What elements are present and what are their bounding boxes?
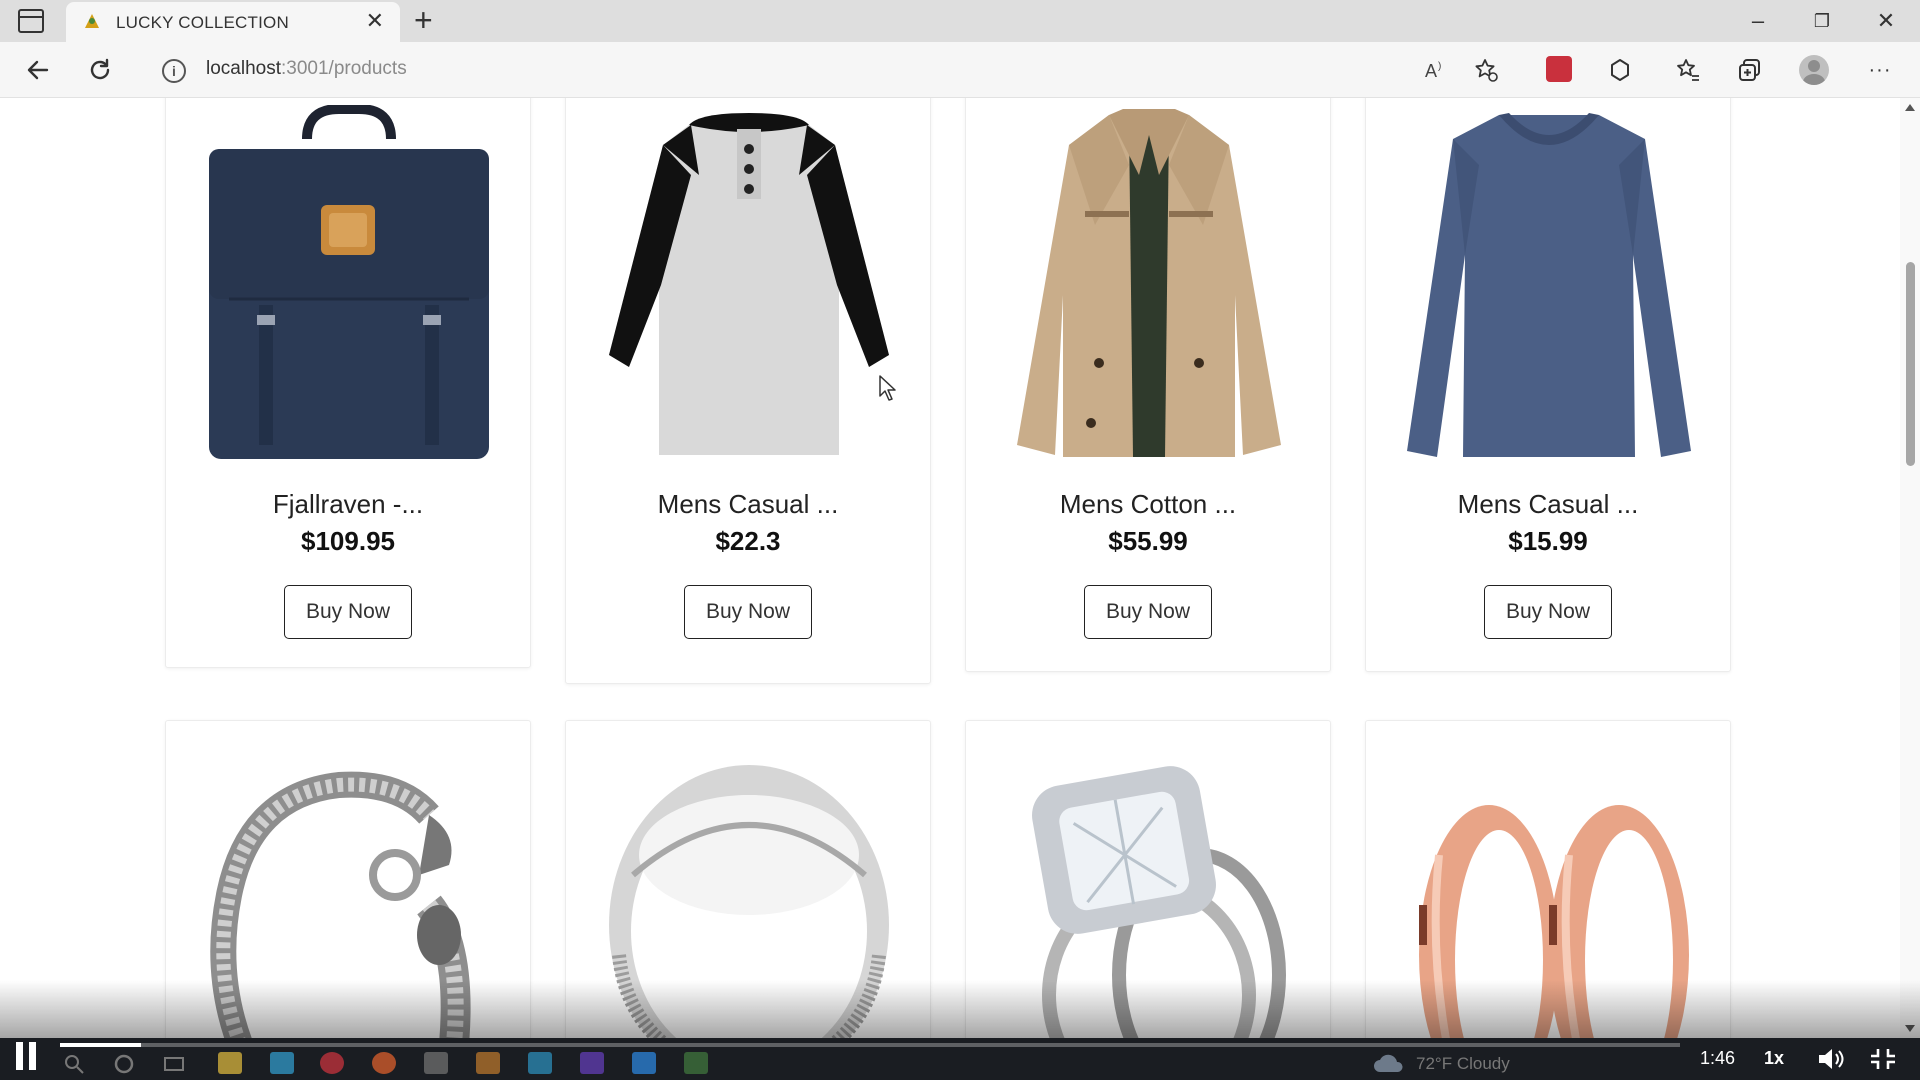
scroll-up-icon[interactable] bbox=[1905, 104, 1915, 111]
close-window-button[interactable]: ✕ bbox=[1856, 4, 1916, 38]
seek-progress bbox=[60, 1043, 141, 1047]
extension-icon[interactable] bbox=[1546, 56, 1572, 82]
browser-tab-bar: LUCKY COLLECTION ✕ + – ❐ ✕ bbox=[0, 0, 1920, 42]
edge-browser-icon[interactable] bbox=[270, 1052, 294, 1074]
back-icon[interactable] bbox=[22, 54, 54, 86]
collections-icon[interactable] bbox=[1734, 54, 1766, 86]
opera-icon[interactable] bbox=[320, 1052, 344, 1074]
exit-fullscreen-icon[interactable] bbox=[1868, 1046, 1898, 1072]
favorite-add-icon[interactable] bbox=[1470, 54, 1502, 86]
app-icon[interactable] bbox=[476, 1052, 500, 1074]
svg-text:): ) bbox=[1438, 61, 1441, 72]
page-viewport: Fjallraven -... $109.95 Buy Now Mens Cas… bbox=[0, 98, 1900, 1038]
product-price: $22.3 bbox=[715, 526, 781, 556]
browser-toolbar: i localhost:3001/products A) ··· bbox=[0, 42, 1920, 98]
file-explorer-icon[interactable] bbox=[218, 1052, 242, 1074]
product-price: $109.95 bbox=[301, 526, 395, 556]
product-price: $15.99 bbox=[1508, 526, 1588, 556]
vertical-scrollbar[interactable] bbox=[1900, 98, 1920, 1038]
terminal-icon[interactable] bbox=[684, 1052, 708, 1074]
product-image-longsleeve-shirt[interactable] bbox=[1386, 105, 1712, 467]
search-icon[interactable] bbox=[62, 1052, 86, 1076]
product-card: Fjallraven -... $109.95 Buy Now bbox=[165, 98, 531, 668]
playback-time: 1:46 bbox=[1700, 1048, 1736, 1068]
mail-icon[interactable] bbox=[528, 1052, 552, 1074]
site-info-icon[interactable]: i bbox=[162, 59, 186, 83]
firefox-icon[interactable] bbox=[372, 1052, 396, 1074]
product-card: Mens Casual ... $22.3 Buy Now bbox=[565, 98, 931, 684]
site-favicon-icon bbox=[85, 14, 99, 28]
cloud-icon bbox=[1374, 1054, 1403, 1072]
product-price: $55.99 bbox=[1108, 526, 1188, 556]
product-image-cotton-jacket[interactable] bbox=[986, 105, 1312, 467]
teams-icon[interactable] bbox=[580, 1052, 604, 1074]
playback-speed-button[interactable]: 1x bbox=[1764, 1048, 1784, 1069]
product-title: Mens Cotton ... bbox=[1059, 489, 1237, 519]
svg-text:A: A bbox=[1425, 61, 1437, 81]
volume-icon[interactable] bbox=[1816, 1046, 1846, 1072]
buy-now-button[interactable]: Buy Now bbox=[1484, 585, 1612, 639]
profile-icon[interactable] bbox=[1799, 55, 1829, 85]
task-view-icon[interactable] bbox=[162, 1052, 186, 1076]
buy-now-button[interactable]: Buy Now bbox=[684, 585, 812, 639]
minimize-button[interactable]: – bbox=[1728, 4, 1788, 38]
tab-close-icon[interactable]: ✕ bbox=[366, 10, 384, 32]
buy-now-button[interactable]: Buy Now bbox=[284, 585, 412, 639]
product-card: Mens Casual ... $15.99 Buy Now bbox=[1365, 98, 1731, 672]
product-image-raglan-tshirt[interactable] bbox=[586, 105, 912, 467]
favorites-icon[interactable] bbox=[1672, 54, 1704, 86]
product-title: Mens Casual ... bbox=[1457, 489, 1639, 519]
seek-bar[interactable] bbox=[60, 1043, 1680, 1047]
more-icon[interactable]: ··· bbox=[1864, 54, 1896, 86]
product-title: Fjallraven -... bbox=[272, 489, 424, 519]
weather-text[interactable]: 72°F Cloudy bbox=[1416, 1054, 1510, 1074]
read-aloud-icon[interactable]: A) bbox=[1420, 54, 1452, 86]
tab-lucky-collection[interactable]: LUCKY COLLECTION ✕ bbox=[66, 2, 400, 42]
pause-icon[interactable] bbox=[16, 1042, 38, 1070]
cortana-icon[interactable] bbox=[112, 1052, 136, 1076]
extensions-icon[interactable] bbox=[1604, 54, 1636, 86]
restore-button[interactable]: ❐ bbox=[1792, 4, 1852, 38]
product-image-backpack[interactable] bbox=[186, 105, 512, 467]
calculator-icon[interactable] bbox=[424, 1052, 448, 1074]
scroll-thumb[interactable] bbox=[1906, 262, 1915, 466]
vscode-icon[interactable] bbox=[632, 1052, 656, 1074]
new-tab-button[interactable]: + bbox=[414, 4, 433, 36]
refresh-icon[interactable] bbox=[84, 54, 116, 86]
product-card: Mens Cotton ... $55.99 Buy Now bbox=[965, 98, 1331, 672]
buy-now-button[interactable]: Buy Now bbox=[1084, 585, 1212, 639]
address-bar[interactable]: localhost:3001/products bbox=[206, 58, 407, 80]
tab-title: LUCKY COLLECTION bbox=[116, 13, 289, 32]
video-player-bar: 72°F Cloudy 1:46 1x bbox=[0, 1038, 1920, 1080]
mouse-cursor-icon bbox=[879, 375, 896, 401]
address-host: localhost bbox=[206, 58, 281, 79]
address-path: :3001/products bbox=[281, 58, 407, 79]
product-title: Mens Casual ... bbox=[657, 489, 839, 519]
player-overlay-gradient bbox=[0, 980, 1920, 1038]
tab-actions-icon[interactable] bbox=[18, 9, 44, 33]
